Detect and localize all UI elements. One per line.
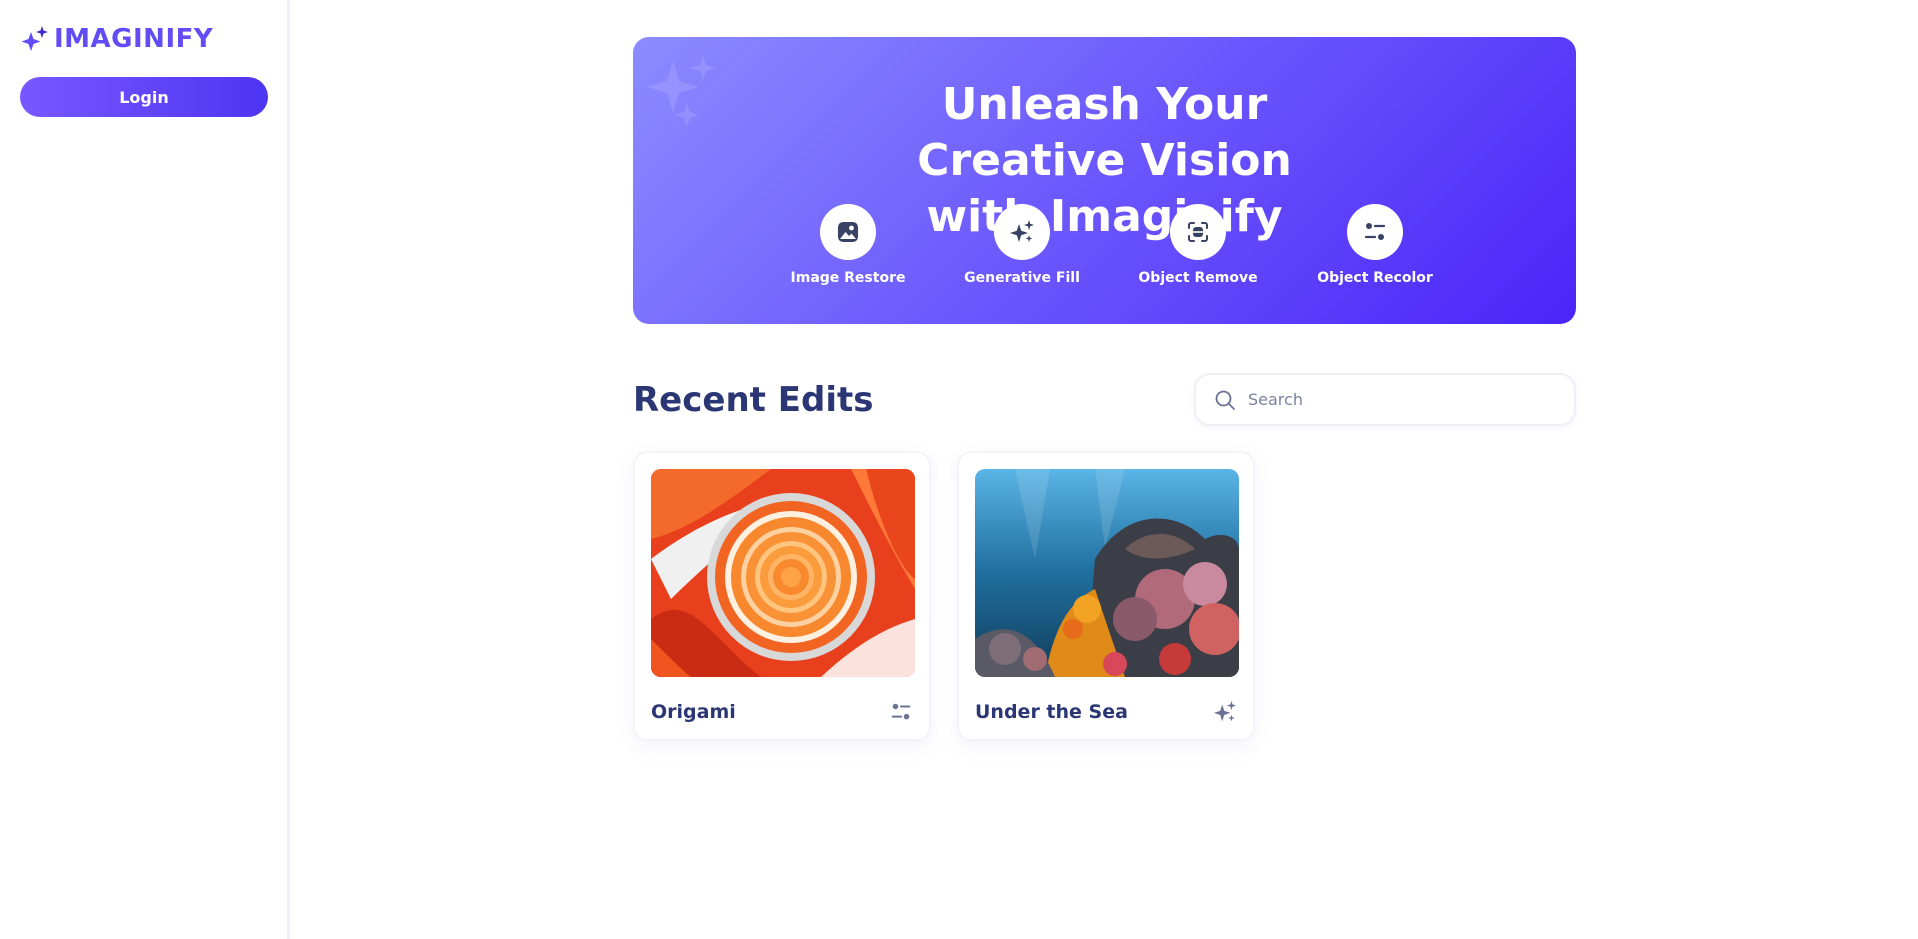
image-icon	[838, 222, 858, 242]
recent-edits-title: Recent Edits	[633, 380, 874, 420]
tool-label: Object Remove	[1138, 270, 1258, 286]
search-icon	[1215, 390, 1235, 410]
tool-object-recolor[interactable]: Object Recolor	[1305, 204, 1445, 286]
tool-icon-circle	[1170, 204, 1226, 260]
brand-logo[interactable]: IMAGINIFY	[20, 24, 213, 54]
stars-icon	[1010, 220, 1034, 242]
stars-icon	[1213, 700, 1237, 724]
tool-label: Image Restore	[790, 270, 906, 286]
card-title: Under the Sea	[975, 701, 1128, 723]
tool-icon-circle	[820, 204, 876, 260]
app-root: IMAGINIFY Login Unleash Your Creative Vi…	[0, 0, 1918, 939]
card-image-under-the-sea	[975, 469, 1239, 677]
sidebar: IMAGINIFY Login	[0, 0, 290, 939]
edit-card-under-the-sea[interactable]: Under the Sea	[957, 451, 1255, 741]
search-input[interactable]	[1248, 390, 1568, 409]
tool-label: Object Recolor	[1317, 270, 1433, 286]
tool-links: Image Restore Generative Fill Object Rem…	[633, 204, 1576, 294]
scan-icon	[1188, 222, 1208, 242]
tool-label: Generative Fill	[964, 270, 1080, 286]
login-button[interactable]: Login	[20, 77, 268, 117]
edit-card-origami[interactable]: Origami	[633, 451, 931, 741]
tool-icon-circle	[1347, 204, 1403, 260]
search-box	[1194, 373, 1576, 426]
tool-icon-circle	[994, 204, 1050, 260]
hero-banner: Unleash Your Creative Vision with Imagin…	[633, 37, 1576, 324]
filter-icon	[1364, 223, 1386, 240]
card-title: Origami	[651, 701, 736, 723]
tool-generative-fill[interactable]: Generative Fill	[952, 204, 1092, 286]
brand-name: IMAGINIFY	[54, 24, 214, 54]
filter-icon	[889, 700, 913, 724]
tool-object-remove[interactable]: Object Remove	[1128, 204, 1268, 286]
sparkle-logo-icon	[21, 26, 48, 51]
card-image-origami	[651, 469, 915, 677]
tool-image-restore[interactable]: Image Restore	[778, 204, 918, 286]
